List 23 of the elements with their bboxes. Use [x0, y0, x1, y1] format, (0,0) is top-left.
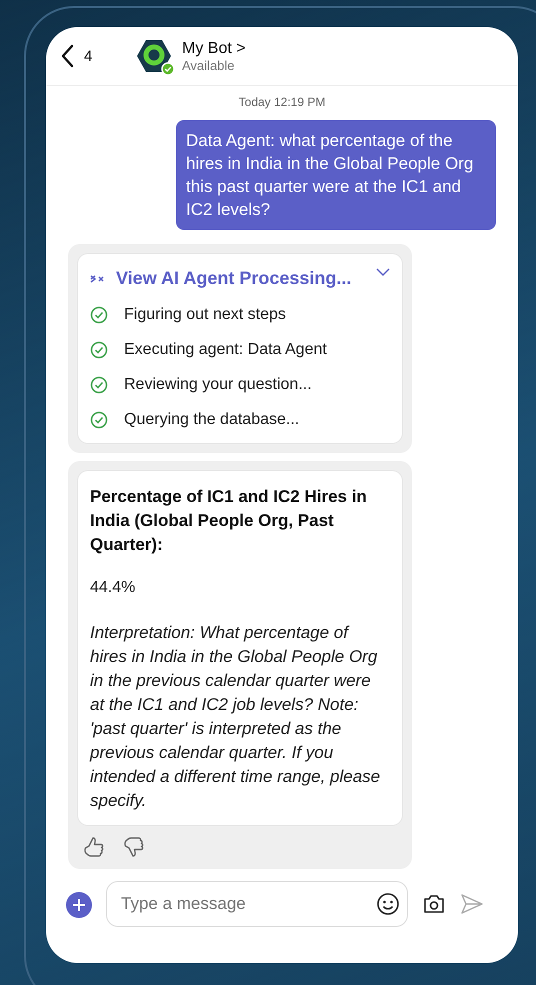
step-label: Querying the database...	[124, 410, 300, 428]
interpretation-text: Interpretation: What percentage of hires in India in the Global People Org in the previous calendar quarter were at the IC1 and IC2 job levels? Note: 'past quarter' is interpreted as the previous calendar quarter. If you intended a different time range, please specify.	[90, 622, 382, 812]
message-timestamp: Today 12:19 PM	[238, 95, 326, 109]
step-label: Figuring out next steps	[124, 306, 286, 324]
step-label: Reviewing your question...	[124, 376, 312, 394]
plus-icon	[73, 899, 85, 911]
emoji-icon[interactable]	[376, 892, 400, 916]
presence-status: Available	[182, 58, 236, 72]
user-message: Data Agent: what percentage of the hires in India in the Global People Org this past quarter were at the IC1 and IC2 levels?	[176, 120, 496, 230]
back-icon	[60, 44, 74, 68]
message-field[interactable]: Type a message	[106, 881, 408, 927]
thumbs-up-icon[interactable]	[82, 835, 106, 859]
bot-avatar	[136, 38, 172, 74]
answer-title: Percentage of IC1 and IC2 Hires in India (Global People Org, Past Quarter):	[90, 486, 368, 556]
bot-name-link[interactable]: My Bot >	[182, 40, 246, 58]
chevron-down-icon[interactable]	[376, 268, 390, 276]
add-button[interactable]	[66, 892, 92, 918]
thumbs-down-icon[interactable]	[122, 835, 146, 859]
back-button[interactable]: 4	[60, 44, 136, 68]
answer-value: 44.4%	[90, 579, 136, 597]
camera-icon[interactable]	[422, 893, 446, 915]
view-processing-link[interactable]: View AI Agent Processing...	[116, 268, 352, 289]
step-label: Executing agent: Data Agent	[124, 340, 327, 358]
